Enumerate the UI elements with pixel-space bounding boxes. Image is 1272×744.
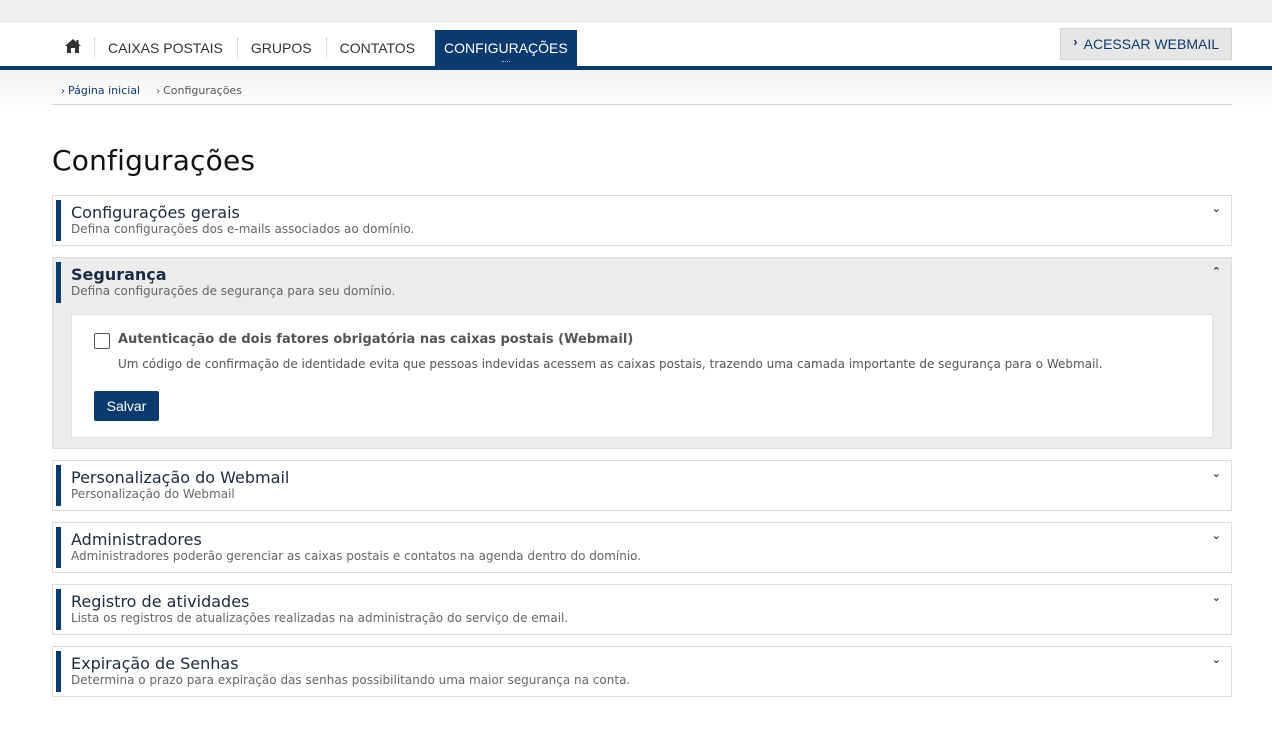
breadcrumb-current: › Configurações: [156, 84, 242, 97]
two-factor-label[interactable]: Autenticação de dois fatores obrigatória…: [118, 332, 633, 347]
panel-accent-bar: [56, 262, 61, 303]
panel-expiracao-senhas[interactable]: Expiração de Senhas Determina o prazo pa…: [52, 646, 1232, 697]
breadcrumb-home-label: Página inicial: [68, 84, 141, 97]
chevron-down-icon[interactable]: ⌄: [1212, 653, 1221, 666]
panel-accent-bar: [56, 465, 61, 506]
chevron-down-icon[interactable]: ⌄: [1212, 467, 1221, 480]
nav-home[interactable]: [52, 30, 94, 66]
home-icon: [64, 38, 82, 58]
panel-title: Personalização do Webmail: [71, 468, 290, 487]
panel-description: Defina configurações de segurança para s…: [71, 284, 396, 298]
panel-administradores[interactable]: Administradores Administradores poderão …: [52, 522, 1232, 573]
panel-title: Expiração de Senhas: [71, 654, 239, 673]
two-factor-checkbox[interactable]: [94, 333, 110, 349]
chevron-down-icon[interactable]: ⌄: [1212, 591, 1221, 604]
page-title: Configurações: [52, 144, 256, 177]
browser-top-strip: [0, 0, 1272, 22]
save-button[interactable]: Salvar: [94, 391, 159, 421]
panel-title: Segurança: [71, 265, 167, 284]
panel-registro-atividades[interactable]: Registro de atividades Lista os registro…: [52, 584, 1232, 635]
panel-description: Administradores poderão gerenciar as cai…: [71, 549, 642, 563]
access-webmail-label: ACESSAR WEBMAIL: [1083, 36, 1219, 52]
breadcrumb: › Página inicial › Configurações: [61, 84, 242, 97]
panel-title: Configurações gerais: [71, 203, 240, 222]
nav-contatos[interactable]: CONTATOS: [325, 30, 429, 66]
nav-configuracoes-label: CONFIGURAÇÕES: [444, 40, 568, 56]
panel-configuracoes-gerais[interactable]: Configurações gerais Defina configuraçõe…: [52, 195, 1232, 246]
panel-description: Defina configurações dos e-mails associa…: [71, 222, 415, 236]
panel-description: Determina o prazo para expiração das sen…: [71, 673, 631, 687]
panel-accent-bar: [56, 527, 61, 568]
main-nav: CAIXAS POSTAIS GRUPOS CONTATOS CONFIGURA…: [0, 22, 1272, 70]
chevron-down-icon[interactable]: ⌄: [1212, 529, 1221, 542]
security-settings-form: Autenticação de dois fatores obrigatória…: [71, 314, 1213, 438]
breadcrumb-divider: [52, 104, 1232, 105]
access-webmail-button[interactable]: › ACESSAR WEBMAIL: [1060, 28, 1232, 60]
chevron-right-icon: ›: [1073, 33, 1078, 49]
panel-accent-bar: [56, 200, 61, 241]
panel-accent-bar: [56, 651, 61, 692]
two-factor-help-text: Um código de confirmação de identidade e…: [118, 357, 1103, 371]
nav-items: CAIXAS POSTAIS GRUPOS CONTATOS CONFIGURA…: [52, 30, 577, 66]
panel-seguranca[interactable]: Segurança Defina configurações de segura…: [52, 257, 1232, 449]
breadcrumb-current-label: Configurações: [163, 84, 242, 97]
panel-title: Registro de atividades: [71, 592, 250, 611]
chevron-right-icon: ›: [156, 86, 161, 97]
panel-title: Administradores: [71, 530, 202, 549]
panel-description: Personalização do Webmail: [71, 487, 235, 501]
panel-accent-bar: [56, 589, 61, 630]
breadcrumb-home[interactable]: › Página inicial: [61, 84, 140, 97]
nav-caixas-postais[interactable]: CAIXAS POSTAIS: [94, 30, 237, 66]
nav-grupos[interactable]: GRUPOS: [236, 30, 326, 66]
active-indicator: [501, 61, 510, 63]
panel-description: Lista os registros de atualizações reali…: [71, 611, 569, 625]
chevron-up-icon[interactable]: ⌃: [1212, 265, 1221, 278]
panel-personalizacao-webmail[interactable]: Personalização do Webmail Personalização…: [52, 460, 1232, 511]
chevron-down-icon[interactable]: ⌄: [1212, 202, 1221, 215]
chevron-right-icon: ›: [61, 86, 65, 97]
nav-configuracoes[interactable]: CONFIGURAÇÕES: [435, 30, 577, 66]
